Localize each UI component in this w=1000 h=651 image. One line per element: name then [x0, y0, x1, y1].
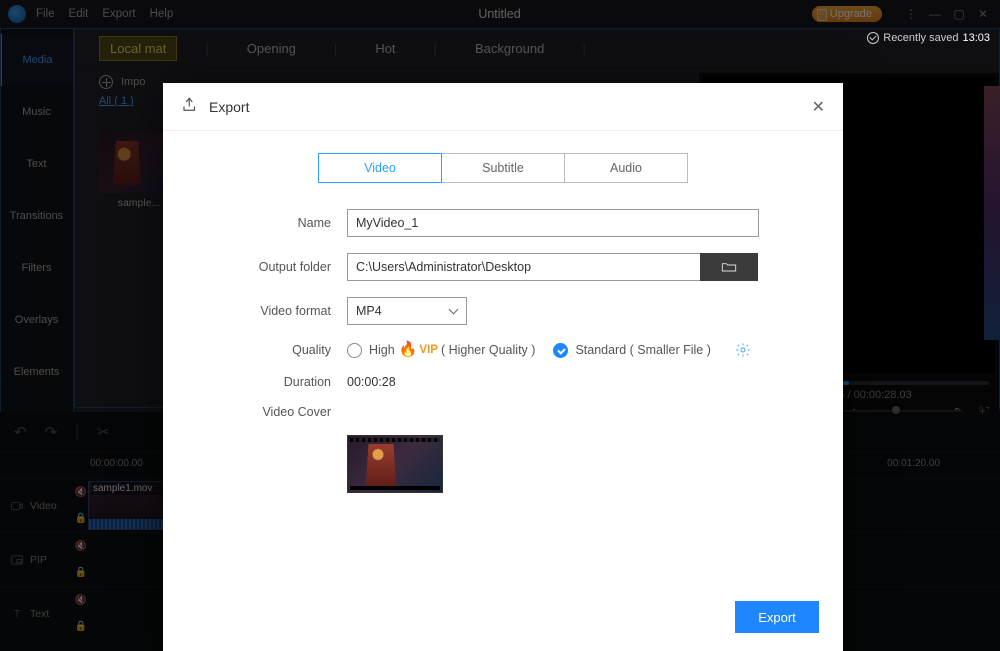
sidebar-item-filters[interactable]: Filters: [0, 242, 73, 294]
sidebar-item-music[interactable]: Music: [0, 86, 73, 138]
folder-icon: [721, 261, 737, 273]
settings-gear-icon[interactable]: [735, 342, 751, 358]
check-icon: [867, 32, 879, 44]
tab-separator: |: [334, 41, 337, 56]
mute-icon[interactable]: 🔇: [75, 595, 87, 606]
export-type-tabs: Video Subtitle Audio: [163, 153, 843, 183]
mute-icon[interactable]: 🔇: [75, 541, 87, 552]
sidebar-item-transitions[interactable]: Transitions: [0, 190, 73, 242]
clip-audio-waveform: [89, 519, 167, 529]
autosave-status: Recently saved 13:03: [867, 32, 990, 44]
duration-label: Duration: [197, 375, 347, 389]
name-label: Name: [197, 216, 347, 230]
export-dialog: Export ✕ Video Subtitle Audio Name Outpu…: [163, 83, 843, 651]
import-label[interactable]: Impo: [121, 76, 145, 88]
undo-icon[interactable]: ↶: [14, 423, 27, 441]
export-dialog-title: Export: [209, 99, 249, 115]
split-icon[interactable]: ✂: [97, 423, 110, 441]
upgrade-button[interactable]: Upgrade: [812, 6, 882, 22]
ruler-end: 00:01:20.00: [887, 458, 940, 469]
export-dialog-header: Export ✕: [163, 83, 843, 131]
clip-filename: sample1.mov: [91, 482, 165, 495]
flame-icon: 🔥: [399, 340, 418, 358]
menubar: File Edit Export Help Untitled Upgrade ⋮…: [0, 0, 1000, 28]
menu-export[interactable]: Export: [102, 8, 135, 20]
lock-icon[interactable]: 🔒: [75, 621, 87, 632]
minimize-icon[interactable]: —: [926, 7, 944, 21]
output-folder-input[interactable]: [347, 253, 701, 281]
filter-all[interactable]: All ( 1 ): [99, 95, 134, 107]
output-folder-label: Output folder: [197, 260, 347, 274]
duration-value: 00:00:28: [347, 375, 396, 389]
mute-icon[interactable]: 🔇: [75, 487, 87, 498]
tab-separator: |: [582, 41, 585, 56]
tab-separator: |: [205, 41, 208, 56]
export-icon: [181, 96, 199, 117]
menu-file[interactable]: File: [36, 8, 55, 20]
export-tab-audio[interactable]: Audio: [564, 153, 688, 183]
video-cover-label: Video Cover: [197, 405, 347, 419]
quality-standard-option[interactable]: Standard ( Smaller File ): [575, 343, 710, 357]
track-label-pip: PIP: [0, 533, 74, 586]
quality-label: Quality: [197, 343, 347, 357]
close-icon[interactable]: ✕: [812, 97, 825, 117]
autosave-label: Recently saved: [883, 32, 958, 44]
zoom-plus-icon[interactable]: +: [979, 404, 986, 418]
name-input[interactable]: [347, 209, 759, 237]
sidebar-item-text[interactable]: Text: [0, 138, 73, 190]
timeline-clip[interactable]: sample1.mov: [88, 481, 168, 530]
video-format-value: MP4: [356, 304, 382, 318]
lock-icon[interactable]: 🔒: [75, 567, 87, 578]
menu-edit[interactable]: Edit: [69, 8, 89, 20]
autosave-time: 13:03: [962, 32, 990, 44]
video-format-label: Video format: [197, 304, 347, 318]
close-window-icon[interactable]: ✕: [974, 7, 992, 21]
preview-total-time: 00:00:28.03: [854, 389, 912, 401]
browse-folder-button[interactable]: [700, 253, 758, 281]
quality-standard-radio[interactable]: [553, 343, 568, 358]
export-button[interactable]: Export: [735, 601, 819, 633]
tab-hot[interactable]: Hot: [365, 37, 405, 60]
lock-icon[interactable]: 🔒: [75, 513, 87, 524]
app-logo-icon: [8, 5, 26, 23]
track-label-video: Video: [0, 479, 74, 532]
tab-separator: |: [434, 41, 437, 56]
video-format-select[interactable]: MP4: [347, 297, 467, 325]
export-tab-video[interactable]: Video: [318, 153, 442, 183]
ruler-start: 00:00:00.00: [90, 458, 143, 469]
tab-background[interactable]: Background: [465, 37, 554, 60]
track-label-text: Text: [0, 587, 74, 640]
chevron-down-icon: [450, 308, 458, 316]
quality-high-radio[interactable]: [347, 343, 362, 358]
tab-local-material[interactable]: Local mat: [99, 36, 177, 61]
tab-opening[interactable]: Opening: [237, 37, 306, 60]
kebab-icon[interactable]: ⋮: [902, 7, 920, 21]
redo-icon[interactable]: ↷: [45, 423, 58, 441]
window-title: Untitled: [187, 7, 812, 21]
quality-high-option[interactable]: High 🔥 VIP ( Higher Quality ): [369, 341, 535, 359]
import-icon[interactable]: [99, 75, 113, 89]
source-tabstrip: Local mat | Opening | Hot | Background |: [75, 29, 999, 69]
maximize-icon[interactable]: ▢: [950, 7, 968, 21]
sidebar-item-media[interactable]: Media: [0, 34, 73, 86]
sidebar-item-overlays[interactable]: Overlays: [0, 294, 73, 346]
preview-frame-edge: [984, 86, 1000, 340]
menu-help[interactable]: Help: [150, 8, 174, 20]
video-cover-thumbnail[interactable]: [347, 435, 443, 493]
export-tab-subtitle[interactable]: Subtitle: [441, 153, 565, 183]
sidebar-item-elements[interactable]: Elements: [0, 346, 73, 398]
zoom-slider[interactable]: [822, 410, 962, 412]
